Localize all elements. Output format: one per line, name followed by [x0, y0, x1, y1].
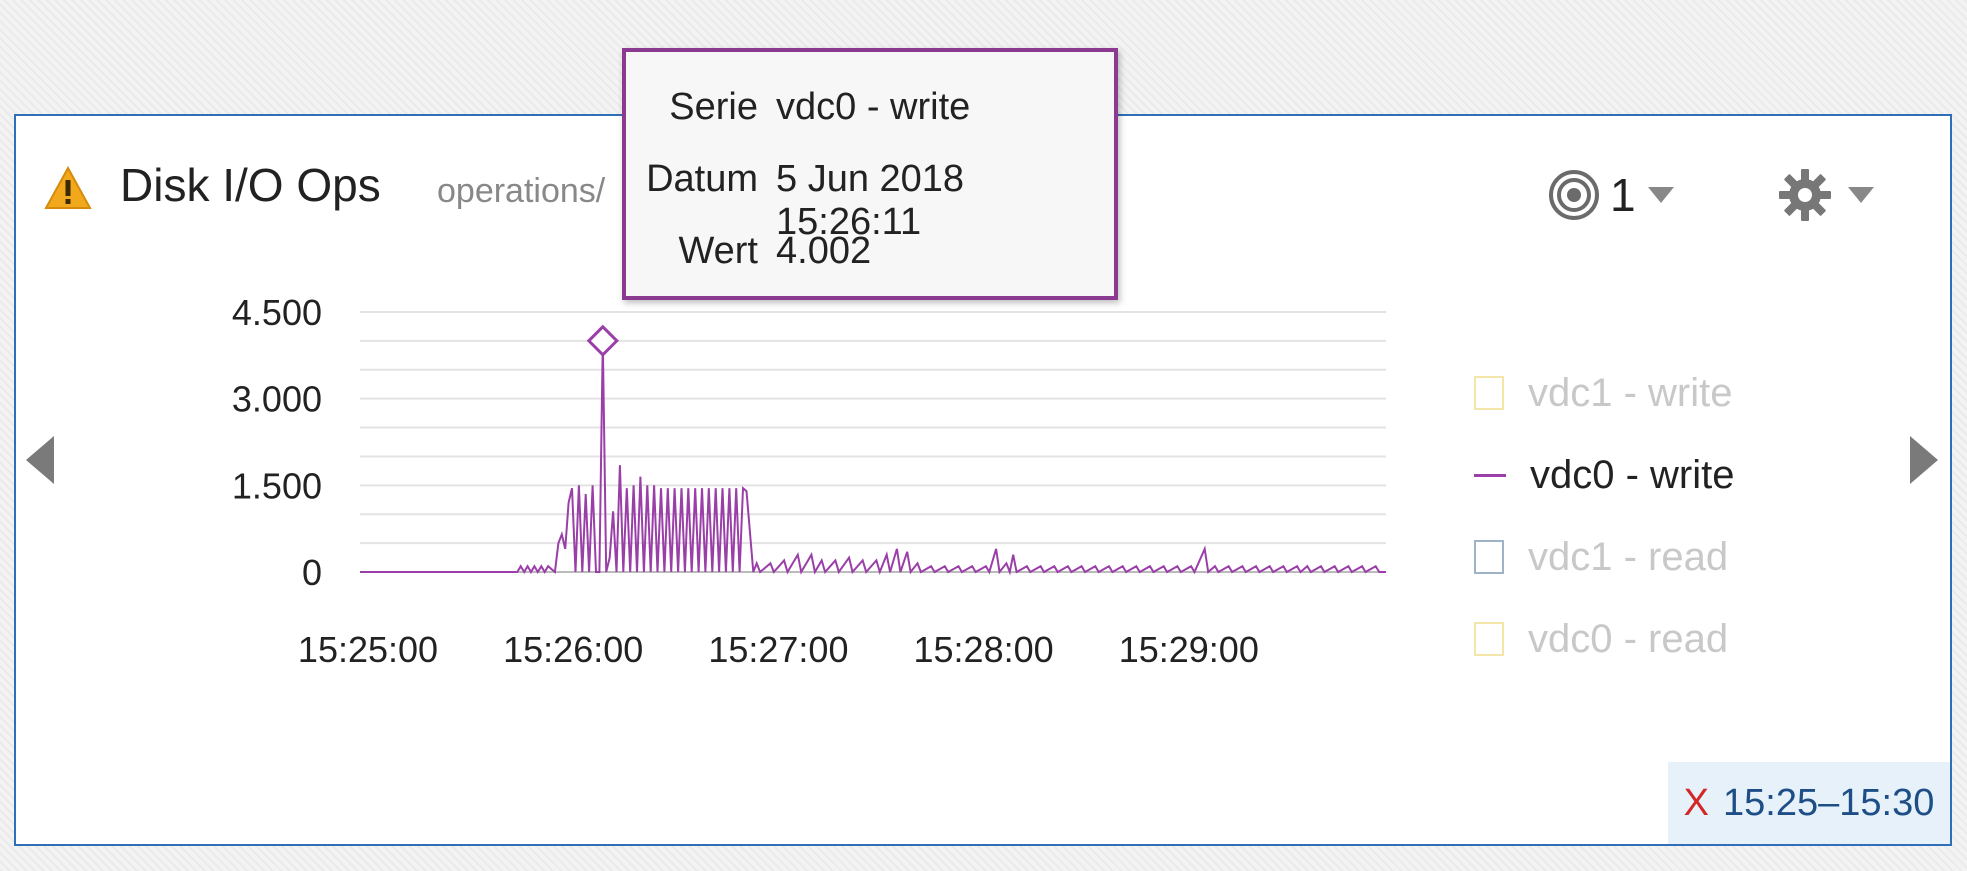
x-tick-label: 15:26:00: [503, 629, 643, 670]
x-tick-label: 15:29:00: [1119, 629, 1259, 670]
legend-item[interactable]: vdc0 - write: [1474, 434, 1735, 516]
tooltip-series-value: vdc0 - write: [776, 86, 971, 128]
y-tick-label: 4.500: [232, 292, 322, 333]
highlight-marker: [586, 324, 619, 357]
x-tick-label: 15:28:00: [914, 629, 1054, 670]
tooltip-value-key: Wert: [678, 230, 758, 272]
legend-line: [1474, 473, 1506, 477]
legend-swatch: [1474, 622, 1504, 656]
legend-swatch: [1474, 376, 1504, 410]
legend-label: vdc1 - read: [1528, 534, 1729, 579]
tooltip-value-value: 4.002: [776, 230, 872, 272]
legend-label: vdc0 - write: [1530, 452, 1735, 497]
time-range-label: 15:25–15:30: [1723, 781, 1935, 824]
y-tick-label: 1.500: [232, 465, 322, 506]
legend-item[interactable]: vdc0 - read: [1474, 598, 1735, 680]
chart-grid: [360, 311, 1386, 573]
x-axis-ticks: 15:25:00 15:26:00 15:27:00 15:28:00 15:29:00: [298, 629, 1259, 670]
tooltip-date-key: Datum: [646, 158, 758, 200]
x-tick-label: 15:27:00: [708, 629, 848, 670]
chart-tooltip: Serie vdc0 - write Datum 5 Jun 2018 15:2…: [622, 48, 1118, 300]
y-tick-label: 0: [302, 552, 322, 593]
highlight-point: [586, 324, 619, 357]
legend-item[interactable]: vdc1 - read: [1474, 516, 1735, 598]
chart-legend: vdc1 - write vdc0 - write vdc1 - read vd…: [1474, 352, 1735, 680]
legend-item[interactable]: vdc1 - write: [1474, 352, 1735, 434]
x-tick-label: 15:25:00: [298, 629, 438, 670]
legend-swatch: [1474, 540, 1504, 574]
legend-label: vdc0 - read: [1528, 616, 1729, 661]
clear-range-button[interactable]: X: [1684, 782, 1709, 825]
y-axis-ticks: 4.500 3.000 1.500 0: [232, 292, 322, 593]
time-range-badge: X 15:25–15:30: [1668, 762, 1950, 844]
y-tick-label: 3.000: [232, 379, 322, 420]
legend-label: vdc1 - write: [1528, 370, 1733, 415]
tooltip-series-key: Serie: [669, 86, 758, 128]
